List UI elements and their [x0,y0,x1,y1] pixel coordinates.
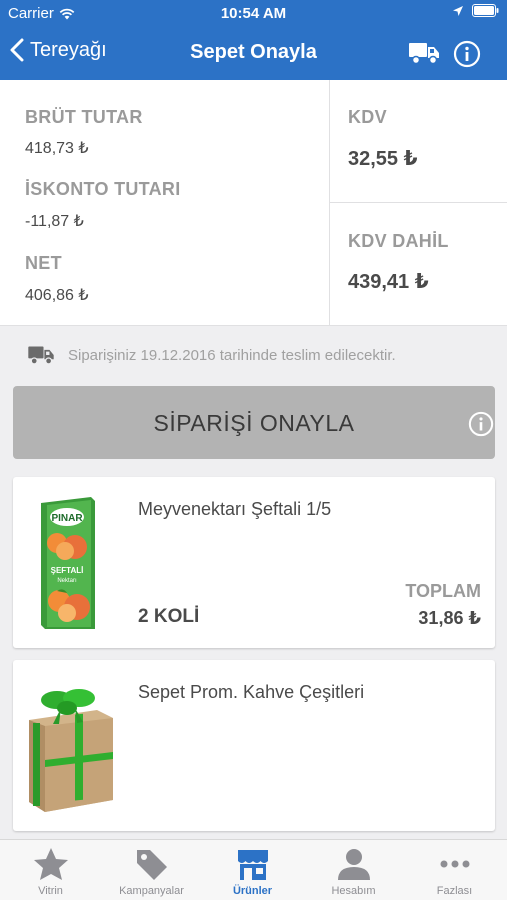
tab-urunler[interactable]: Ürünler [202,840,303,900]
back-button[interactable]: Tereyağı [10,38,107,62]
product-total-label: TOPLAM [405,581,481,601]
tab-kampanyalar[interactable]: Kampanyalar [101,840,202,900]
tag-icon [137,850,167,880]
brut-value: 418,73 ₺ [25,140,89,157]
clock: 10:54 AM [220,5,287,22]
order-summary: BRÜT TUTAR 418,73 ₺ İSKONTO TUTARI -11,8… [0,80,507,326]
juice-carton-image: PINAR ŞEFTALİ Nektarı [41,497,95,629]
summary-divider-horizontal [330,202,507,203]
delivery-button[interactable] [408,40,440,71]
tab-fazlasi-label: Fazlası [436,885,473,897]
status-right [452,4,499,17]
info-icon[interactable] [468,411,494,437]
carton-brand: PINAR [51,513,83,524]
kdv-label: KDV [348,107,387,127]
tab-hesabim[interactable]: Hesabım [303,840,404,900]
carton-flavor: ŞEFTALİ [51,566,84,575]
info-button[interactable] [453,40,481,73]
tab-kampanyalar-label: Kampanyalar [119,885,184,897]
person-icon [338,849,370,880]
kdv-value: 32,55 ₺ [348,148,418,170]
more-icon [440,860,470,868]
kdv-dahil-label: KDV DAHİL [348,231,449,251]
tab-hesabim-label: Hesabım [331,885,376,897]
product-quantity: 2 KOLİ [138,606,200,627]
product-card[interactable]: PINAR ŞEFTALİ Nektarı Meyvenektarı Şefta… [13,477,495,648]
gift-box-image [29,689,113,812]
net-label: NET [25,253,62,273]
status-bar: Carrier 10:54 AM [0,0,507,28]
tab-bar: Vitrin Kampanyalar Ürünler Hesabım Fazla… [0,839,507,900]
net-value: 406,86 ₺ [25,287,89,304]
back-label: Tereyağı [30,38,107,61]
kdv-dahil-value: 439,41 ₺ [348,271,429,293]
product-total-value: 31,86 ₺ [418,608,481,628]
tab-fazlasi[interactable]: Fazlası [404,840,505,900]
tab-vitrin-label: Vitrin [38,885,63,897]
location-arrow-icon [453,5,463,16]
store-icon [238,850,268,880]
confirm-order-label: SİPARİŞİ ONAYLA [153,410,355,436]
star-icon [34,848,68,880]
delivery-notice: Siparişiniz 19.12.2016 tarihinde teslim … [0,326,507,384]
delivery-text: Siparişiniz 19.12.2016 tarihinde teslim … [68,346,396,364]
product-card[interactable]: Sepet Prom. Kahve Çeşitleri [13,660,495,831]
summary-divider-vertical [329,80,330,326]
truck-icon [28,346,54,365]
chevron-left-icon [10,38,24,62]
product-name: Sepet Prom. Kahve Çeşitleri [138,682,365,702]
tab-urunler-label: Ürünler [232,885,273,897]
carton-sub: Nektarı [57,578,77,584]
product-name: Meyvenektarı Şeftali 1/5 [138,499,332,519]
iskonto-value: -11,87 ₺ [25,213,84,230]
confirm-order-button[interactable]: SİPARİŞİ ONAYLA [13,386,495,459]
battery-icon [472,4,499,17]
tab-vitrin[interactable]: Vitrin [0,840,101,900]
iskonto-label: İSKONTO TUTARI [25,179,181,199]
truck-icon [409,43,439,65]
brut-label: BRÜT TUTAR [25,107,143,127]
info-icon [453,40,481,68]
navigation-bar: Tereyağı Sepet Onayla [0,28,507,80]
